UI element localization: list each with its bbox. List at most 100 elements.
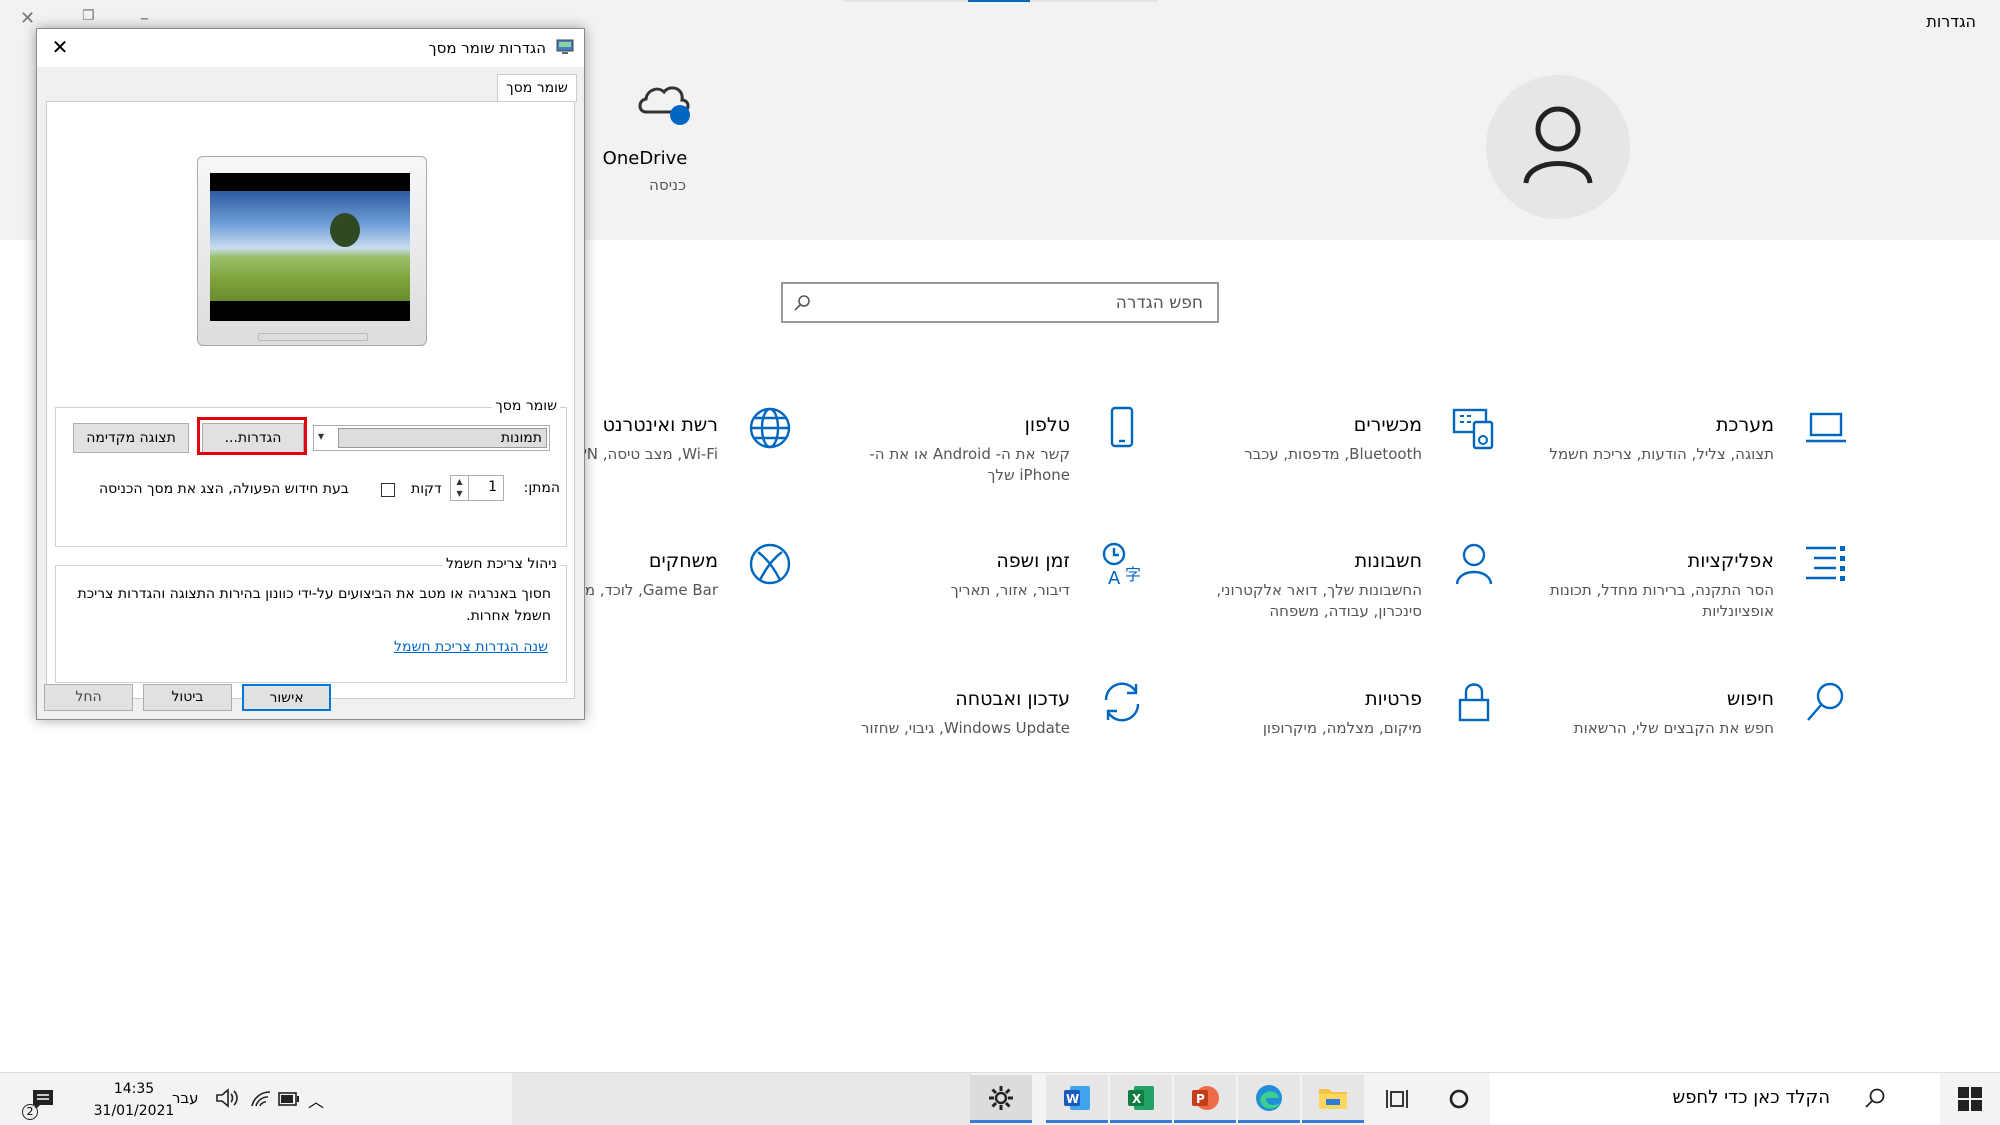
settings-search-input[interactable]: חפש הגדרה <box>781 282 1219 323</box>
cancel-button[interactable]: ביטול <box>143 684 232 711</box>
tile-time-language[interactable]: A字 זמן ושפה דיבור, אזור, תאריך <box>826 540 1146 650</box>
tile-desc: תצוגה, צליל, הודעות, צריכת חשמל <box>1549 445 1774 463</box>
taskbar-search-box[interactable]: הקלד כאן כדי לחפש <box>1490 1073 1940 1125</box>
wait-minutes-stepper[interactable]: ▲ ▼ 1 <box>450 475 504 501</box>
resume-label: בעת חידוש הפעולה, הצג את מסך הכניסה <box>99 481 349 497</box>
clock[interactable]: 14:35 31/01/2021 <box>84 1078 184 1122</box>
preview-button[interactable]: תצוגה מקדימה <box>73 423 189 453</box>
tile-desc: Bluetooth, מדפסות, עכבר <box>1244 445 1422 463</box>
taskbar-powerpoint[interactable]: P <box>1174 1075 1236 1123</box>
wait-value: 1 <box>488 479 497 495</box>
minimize-window-icon[interactable]: – <box>140 8 149 29</box>
tile-title: מערכת <box>1715 414 1774 436</box>
close-icon[interactable]: ✕ <box>47 35 73 61</box>
tile-system[interactable]: מערכת תצוגה, צליל, הודעות, צריכת חשמל <box>1530 404 1850 514</box>
taskbar-blank-area <box>512 1073 972 1125</box>
xbox-icon <box>749 543 791 585</box>
screensaver-group-label: שומר מסך <box>492 398 560 414</box>
chevron-down-icon: ▾ <box>318 429 325 443</box>
restore-window-icon[interactable]: ❐ <box>82 8 95 24</box>
start-button[interactable] <box>1940 1073 2000 1125</box>
globe-icon <box>749 407 791 449</box>
tile-privacy[interactable]: פרטיות מיקום, מצלמה, מיקרופון <box>1178 678 1498 788</box>
tile-desc: דיבור, אזור, תאריך <box>950 581 1070 599</box>
task-view-button[interactable] <box>1366 1075 1428 1123</box>
phone-icon <box>1110 406 1134 448</box>
avatar[interactable] <box>1486 75 1630 219</box>
tile-desc: קשר את ה- Android או את ה-iPhone שלך <box>869 445 1070 484</box>
preview-landscape-image <box>210 191 410 301</box>
tile-desc: החשבונות שלך, דואר אלקטרוני, סינכרון, עב… <box>1216 581 1422 620</box>
time-language-icon: A字 <box>1102 542 1141 588</box>
taskbar-file-explorer[interactable] <box>1302 1075 1364 1123</box>
screensaver-select-value: תמונות <box>338 428 547 448</box>
svg-text:X: X <box>1132 1092 1142 1106</box>
change-power-settings-link[interactable]: שנה הגדרות צריכת חשמל <box>394 639 548 655</box>
search-icon <box>1807 682 1844 721</box>
apply-button[interactable]: החל <box>44 684 133 711</box>
folder-icon <box>1319 1089 1347 1109</box>
wifi-icon[interactable] <box>250 1088 272 1108</box>
clock-date: 31/01/2021 <box>93 1103 175 1119</box>
svg-text:P: P <box>1196 1092 1205 1106</box>
tile-title: רשת ואינטרנט <box>602 414 718 436</box>
word-icon: W <box>1064 1086 1090 1110</box>
volume-icon[interactable] <box>215 1088 239 1108</box>
close-window-icon[interactable]: ✕ <box>20 8 35 29</box>
tile-desc: הסר התקנה, ברירות מחדל, תכונות אופציונלי… <box>1549 581 1774 620</box>
tile-title: עדכון ואבטחה <box>955 688 1070 710</box>
devices-icon <box>1452 408 1494 450</box>
taskbar-edge[interactable] <box>1238 1075 1300 1123</box>
notification-count-badge: 2 <box>22 1104 38 1120</box>
tile-devices[interactable]: מכשירים Bluetooth, מדפסות, עכבר <box>1178 404 1498 514</box>
tile-title: חיפוש <box>1726 688 1774 710</box>
lock-icon <box>1458 683 1490 722</box>
taskbar-search-placeholder: הקלד כאן כדי לחפש <box>1672 1087 1830 1108</box>
windows-logo-icon <box>1958 1087 1982 1111</box>
task-view-icon <box>1386 1090 1408 1108</box>
minutes-label: דקות <box>411 481 442 497</box>
laptop-icon <box>1806 412 1846 443</box>
tile-title: טלפון <box>1024 414 1070 436</box>
action-center-button[interactable]: 2 <box>18 1084 58 1124</box>
tile-update-security[interactable]: עדכון ואבטחה Windows Update, גיבוי, שחזו… <box>826 678 1146 788</box>
svg-text:字: 字 <box>1125 565 1141 584</box>
search-icon <box>794 295 810 311</box>
tile-title: משחקים <box>648 550 718 572</box>
monitor-stand <box>258 333 368 341</box>
tile-search[interactable]: חיפוש חפש את הקבצים שלי, הרשאות <box>1530 678 1850 788</box>
tile-phone[interactable]: טלפון קשר את ה- Android או את ה-iPhone ש… <box>826 404 1146 514</box>
tab-screensaver[interactable]: שומר מסך <box>497 74 577 102</box>
taskbar-excel[interactable]: X <box>1110 1075 1172 1123</box>
apps-list-icon <box>1806 546 1845 581</box>
tile-title: אפליקציות <box>1687 550 1774 572</box>
dialog-titlebar[interactable]: הגדרות שומר מסך ✕ <box>37 29 584 67</box>
highlight-box <box>197 417 307 455</box>
resume-checkbox[interactable] <box>381 483 395 497</box>
cortana-button[interactable] <box>1428 1075 1490 1123</box>
svg-text:A: A <box>1108 568 1121 588</box>
taskbar-word[interactable]: W <box>1046 1075 1108 1123</box>
stepper-arrows[interactable]: ▲ ▼ <box>451 476 469 500</box>
clock-time: 14:35 <box>113 1081 155 1097</box>
tile-desc: מיקום, מצלמה, מיקרופון <box>1262 719 1422 737</box>
tile-title: חשבונות <box>1354 550 1422 572</box>
wait-label: המתן: <box>523 480 560 496</box>
person-icon <box>1455 543 1493 585</box>
preview-screen <box>210 173 410 321</box>
preview-tree <box>330 213 360 247</box>
onedrive-label[interactable]: OneDrive <box>560 148 730 169</box>
powerpoint-icon: P <box>1192 1086 1219 1110</box>
chevron-up-icon[interactable]: ︿ <box>308 1088 324 1112</box>
taskbar-settings[interactable] <box>970 1075 1032 1123</box>
user-icon <box>1523 106 1593 184</box>
sync-icon <box>1104 682 1140 722</box>
ok-button[interactable]: אישור <box>242 684 331 711</box>
screensaver-dialog: הגדרות שומר מסך ✕ שומר מסך שומר מסך תמונ… <box>36 28 585 720</box>
tile-apps[interactable]: אפליקציות הסר התקנה, ברירות מחדל, תכונות… <box>1530 540 1850 650</box>
tile-accounts[interactable]: חשבונות החשבונות שלך, דואר אלקטרוני, סינ… <box>1178 540 1498 650</box>
excel-icon: X <box>1128 1086 1154 1110</box>
battery-icon[interactable] <box>278 1092 300 1106</box>
onedrive-icon[interactable] <box>638 80 694 130</box>
screensaver-select[interactable]: תמונות ▾ <box>313 425 550 451</box>
